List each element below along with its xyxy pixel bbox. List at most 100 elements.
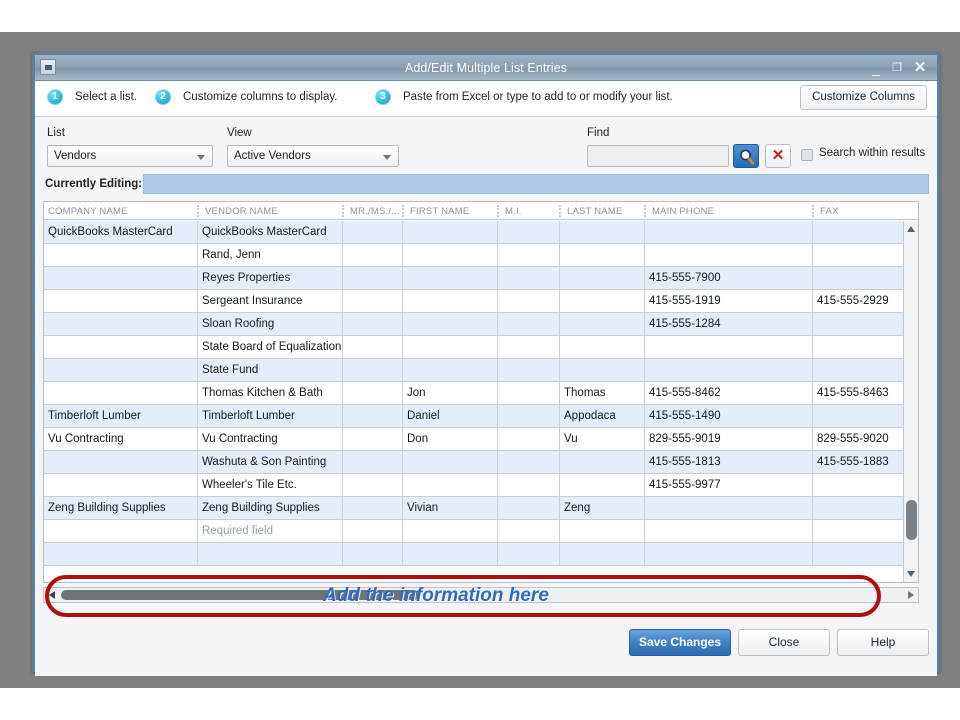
table-cell[interactable]: 415-555-8462: [644, 382, 812, 405]
table-cell[interactable]: [559, 359, 644, 382]
table-cell[interactable]: Jon: [402, 382, 497, 405]
grid-column-header[interactable]: M.I.: [497, 202, 559, 220]
table-cell[interactable]: [342, 543, 402, 566]
table-cell[interactable]: 829-555-9020: [812, 428, 905, 451]
table-cell[interactable]: [44, 451, 197, 474]
table-cell[interactable]: Rand, Jenn: [197, 244, 342, 267]
table-cell[interactable]: [559, 290, 644, 313]
table-cell[interactable]: [44, 543, 197, 566]
table-cell[interactable]: [497, 497, 559, 520]
table-cell[interactable]: [812, 359, 905, 382]
table-cell[interactable]: Thomas Kitchen & Bath: [197, 382, 342, 405]
table-cell[interactable]: [402, 290, 497, 313]
table-cell[interactable]: 829-555-9019: [644, 428, 812, 451]
table-cell[interactable]: [559, 221, 644, 244]
table-row[interactable]: Thomas Kitchen & BathJonThomas415-555-84…: [44, 382, 918, 405]
help-button[interactable]: Help: [837, 629, 929, 656]
table-cell[interactable]: [497, 382, 559, 405]
table-cell[interactable]: [342, 497, 402, 520]
grid-column-header[interactable]: VENDOR NAME: [197, 202, 342, 220]
table-cell[interactable]: [559, 543, 644, 566]
table-cell[interactable]: [812, 405, 905, 428]
table-cell[interactable]: [812, 474, 905, 497]
table-cell[interactable]: [497, 428, 559, 451]
table-cell[interactable]: [497, 221, 559, 244]
column-resize-grip-icon[interactable]: [559, 205, 561, 217]
table-cell[interactable]: [559, 520, 644, 543]
table-cell[interactable]: State Fund: [197, 359, 342, 382]
column-resize-grip-icon[interactable]: [812, 205, 814, 217]
table-cell[interactable]: [402, 474, 497, 497]
table-cell[interactable]: 415-555-7900: [644, 267, 812, 290]
table-cell[interactable]: [497, 244, 559, 267]
table-cell[interactable]: Sloan Roofing: [197, 313, 342, 336]
table-cell[interactable]: [342, 451, 402, 474]
table-cell[interactable]: [402, 543, 497, 566]
table-cell[interactable]: [812, 244, 905, 267]
table-cell[interactable]: 415-555-1883: [812, 451, 905, 474]
table-cell[interactable]: [497, 313, 559, 336]
column-resize-grip-icon[interactable]: [197, 205, 199, 217]
table-cell[interactable]: 415-555-8463: [812, 382, 905, 405]
table-cell[interactable]: QuickBooks MasterCard: [197, 221, 342, 244]
scroll-left-arrow-icon[interactable]: [44, 588, 59, 602]
table-cell[interactable]: 415-555-1919: [644, 290, 812, 313]
table-cell[interactable]: [342, 474, 402, 497]
table-cell[interactable]: [559, 244, 644, 267]
table-cell[interactable]: 415-555-2929: [812, 290, 905, 313]
table-row[interactable]: QuickBooks MasterCardQuickBooks MasterCa…: [44, 221, 918, 244]
maximize-button[interactable]: ❐: [888, 55, 906, 81]
grid-column-header[interactable]: MR./MS./...: [342, 202, 402, 220]
table-cell[interactable]: [342, 313, 402, 336]
table-row[interactable]: [44, 543, 918, 566]
table-cell[interactable]: [342, 336, 402, 359]
table-cell[interactable]: [497, 267, 559, 290]
table-cell[interactable]: [644, 543, 812, 566]
table-cell[interactable]: [812, 543, 905, 566]
table-cell[interactable]: [402, 267, 497, 290]
table-cell[interactable]: Zeng Building Supplies: [197, 497, 342, 520]
table-cell[interactable]: Zeng Building Supplies: [44, 497, 197, 520]
table-cell[interactable]: Reyes Properties: [197, 267, 342, 290]
column-resize-grip-icon[interactable]: [644, 205, 646, 217]
table-row[interactable]: Required field: [44, 520, 918, 543]
save-changes-button[interactable]: Save Changes: [629, 629, 731, 656]
table-cell[interactable]: [44, 382, 197, 405]
table-cell[interactable]: [559, 474, 644, 497]
table-cell[interactable]: [44, 474, 197, 497]
table-cell[interactable]: [497, 405, 559, 428]
view-select[interactable]: Active Vendors: [227, 145, 399, 167]
table-cell[interactable]: [44, 359, 197, 382]
table-cell[interactable]: [812, 336, 905, 359]
table-cell[interactable]: [44, 244, 197, 267]
table-cell[interactable]: [497, 336, 559, 359]
table-cell[interactable]: Required field: [197, 520, 342, 543]
table-cell[interactable]: [402, 359, 497, 382]
customize-columns-button[interactable]: Customize Columns: [800, 85, 927, 110]
magnifier-icon[interactable]: [733, 144, 759, 168]
table-cell[interactable]: Zeng: [559, 497, 644, 520]
grid-column-header[interactable]: FIRST NAME: [402, 202, 497, 220]
close-dialog-button[interactable]: Close: [738, 629, 830, 656]
table-cell[interactable]: [402, 244, 497, 267]
grid-body[interactable]: QuickBooks MasterCardQuickBooks MasterCa…: [44, 221, 918, 582]
table-cell[interactable]: [812, 313, 905, 336]
table-row[interactable]: Washuta & Son Painting415-555-1813415-55…: [44, 451, 918, 474]
table-row[interactable]: State Board of Equalization: [44, 336, 918, 359]
table-row[interactable]: Wheeler's Tile Etc.415-555-9977: [44, 474, 918, 497]
table-cell[interactable]: [644, 244, 812, 267]
table-cell[interactable]: Vu: [559, 428, 644, 451]
table-row[interactable]: Zeng Building SuppliesZeng Building Supp…: [44, 497, 918, 520]
table-cell[interactable]: 415-555-1490: [644, 405, 812, 428]
horizontal-scrollbar[interactable]: [43, 587, 919, 603]
horizontal-scrollbar-thumb[interactable]: [61, 590, 419, 600]
table-cell[interactable]: 415-555-1813: [644, 451, 812, 474]
table-row[interactable]: State Fund: [44, 359, 918, 382]
table-cell[interactable]: State Board of Equalization: [197, 336, 342, 359]
table-cell[interactable]: [197, 543, 342, 566]
table-cell[interactable]: [497, 359, 559, 382]
table-row[interactable]: Timberloft LumberTimberloft LumberDaniel…: [44, 405, 918, 428]
table-cell[interactable]: [644, 336, 812, 359]
table-cell[interactable]: [559, 313, 644, 336]
close-button[interactable]: ✕: [911, 55, 929, 81]
